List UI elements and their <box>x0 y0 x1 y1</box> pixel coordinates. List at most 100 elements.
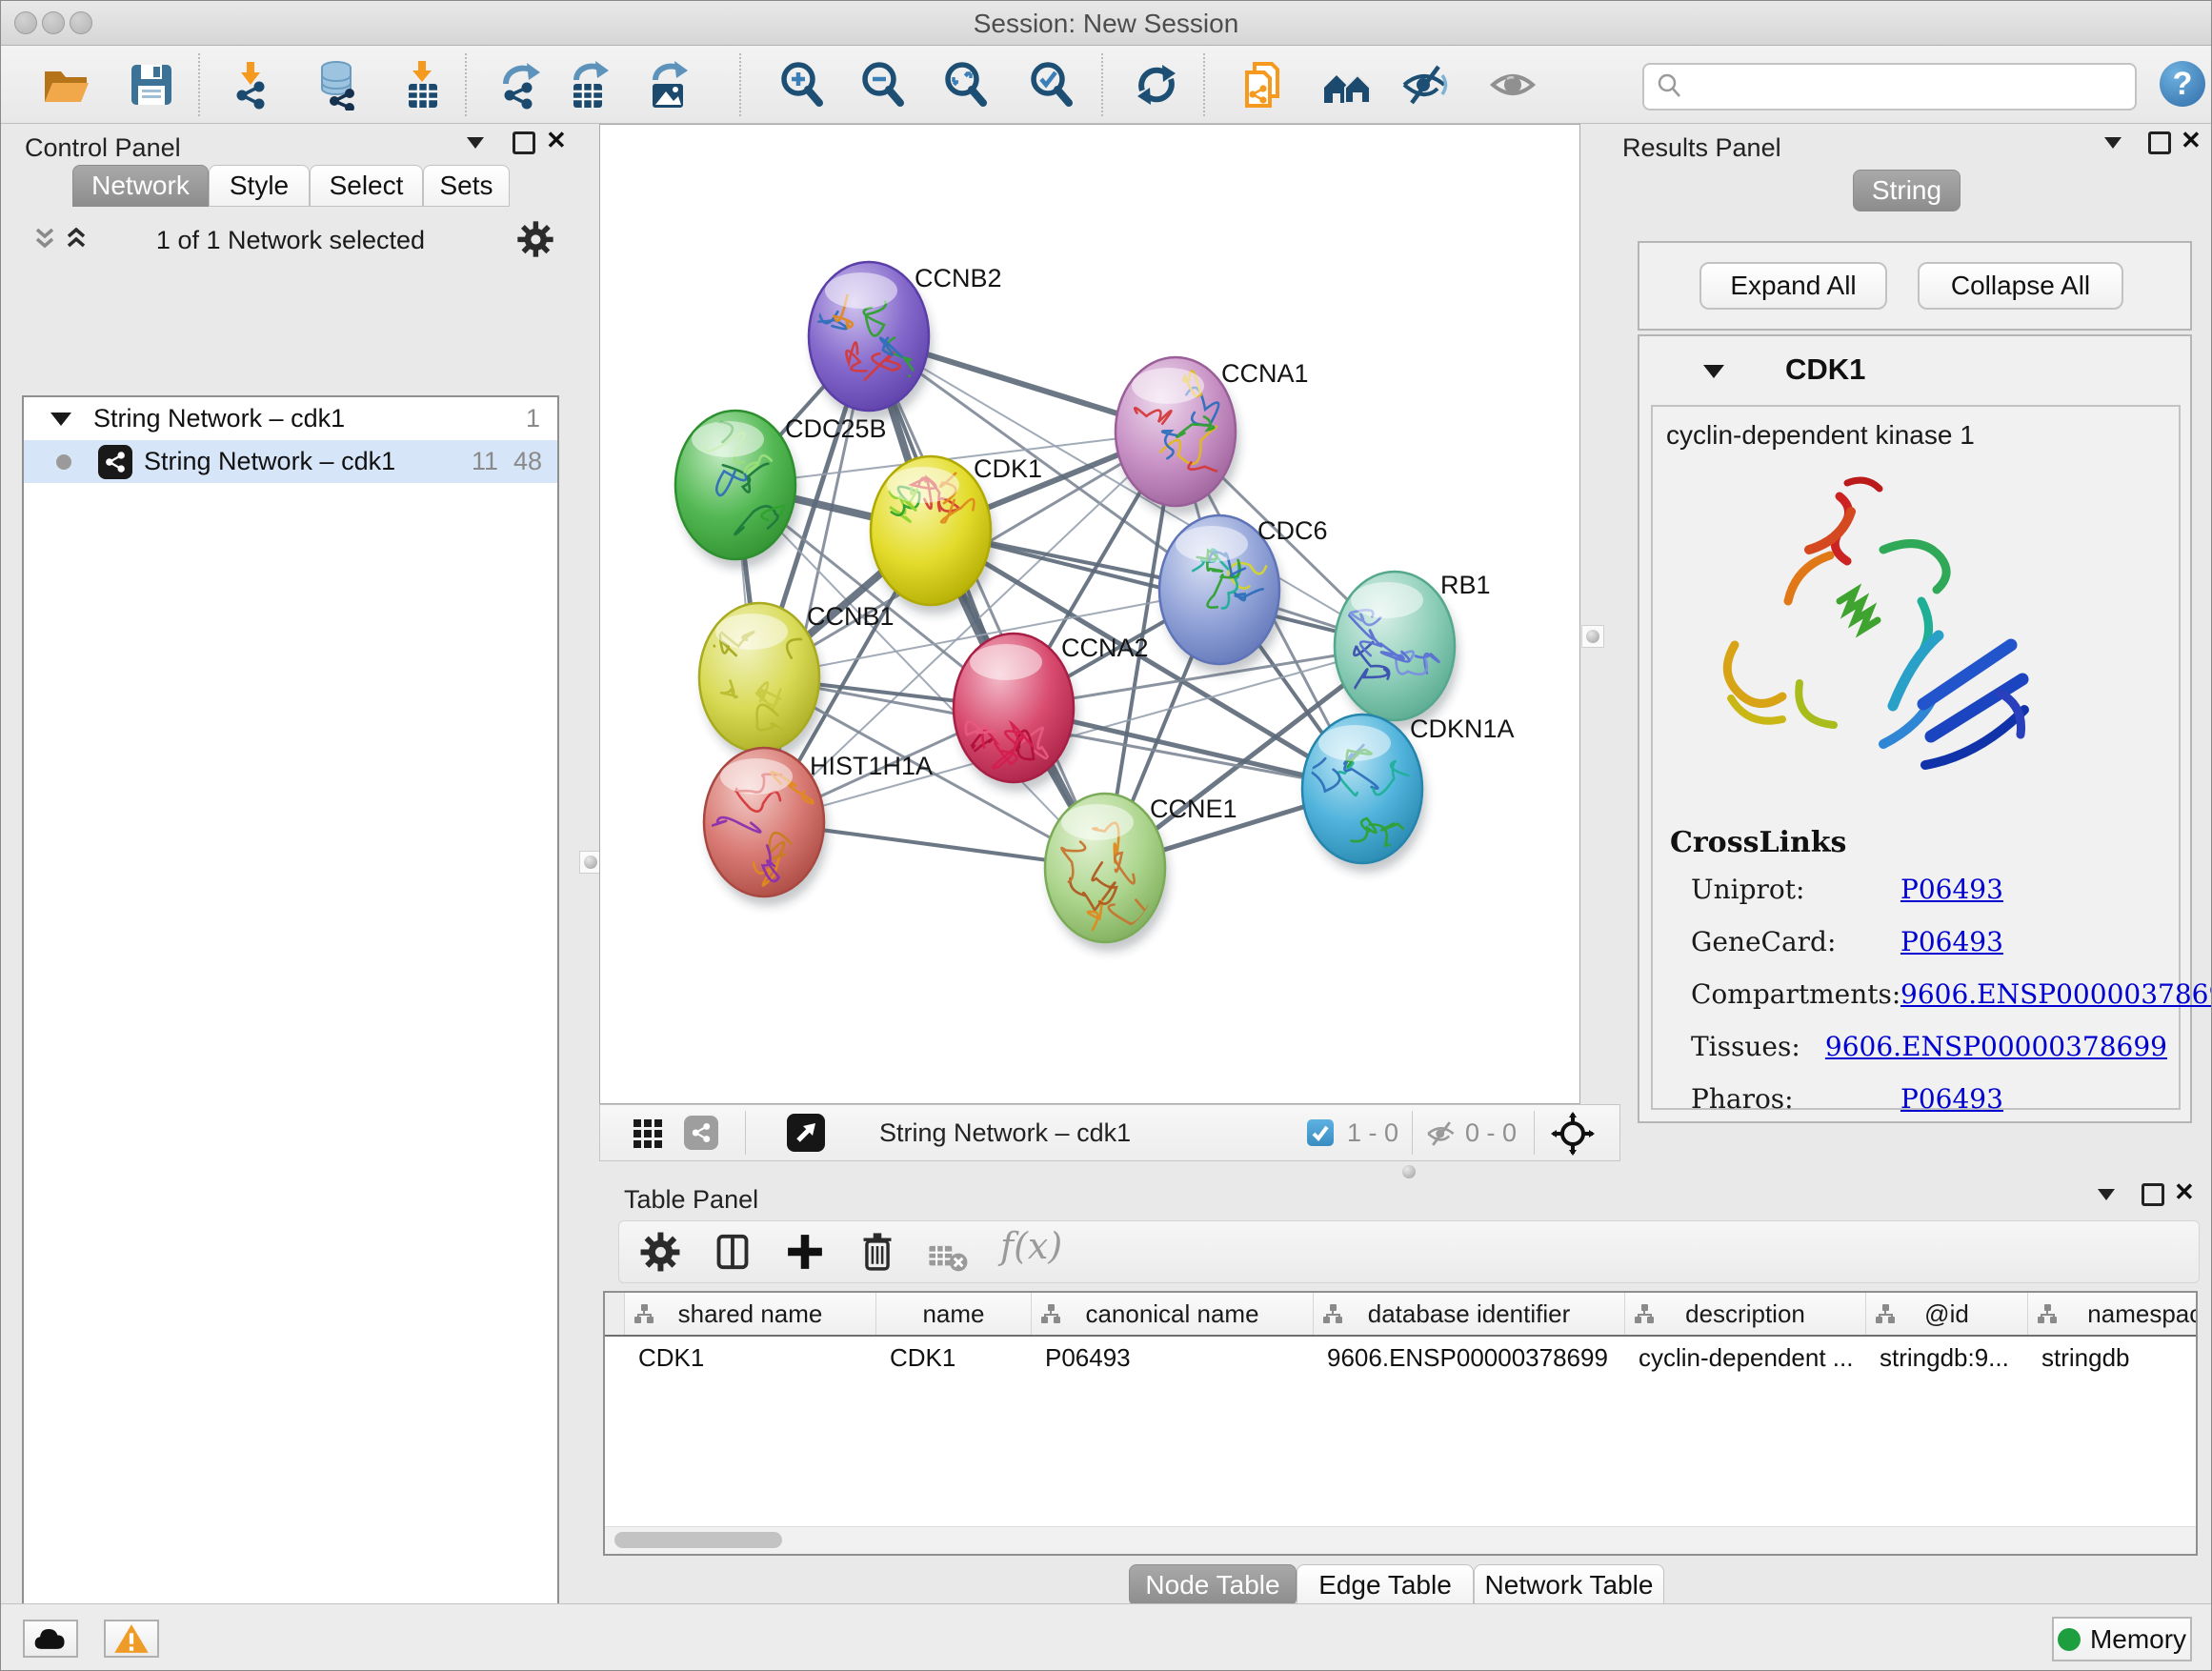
fit-content-crosshair-icon[interactable] <box>1551 1112 1595 1156</box>
birdseye-view-icon[interactable] <box>787 1114 825 1152</box>
export-image-icon[interactable] <box>642 59 694 111</box>
refresh-icon[interactable] <box>1131 59 1182 111</box>
table-horizontal-scrollbar[interactable] <box>605 1526 2196 1554</box>
open-session-icon[interactable] <box>40 59 91 111</box>
network-node-CDC25B[interactable]: CDC25B <box>675 401 887 569</box>
save-session-icon[interactable] <box>126 59 177 111</box>
crosslink-row: Uniprot:P06493 <box>1691 874 2167 905</box>
network-graph[interactable]: CCNB2 CCNA1 CDC25BCDK1 CDC6RB1 CCNB1 CCNA2 CDK… <box>600 125 1581 1104</box>
float-panel-icon[interactable] <box>513 131 535 154</box>
network-node-HIST1H1A[interactable]: HIST1H1A <box>702 748 933 906</box>
collapse-panel-icon[interactable] <box>2098 1189 2115 1200</box>
delete-column-icon[interactable] <box>855 1230 899 1274</box>
toolbar-separator <box>465 53 467 116</box>
tab-network[interactable]: Network <box>72 165 209 207</box>
column-header-namespace[interactable]: namespace <box>2028 1293 2198 1335</box>
crosslink-link[interactable]: 9606.ENSP00000378699 <box>1900 978 2212 1010</box>
crosslink-link[interactable]: P06493 <box>1900 874 2003 905</box>
crosslink-link[interactable]: 9606.ENSP00000378699 <box>1825 1031 2167 1062</box>
horizontal-splitter-handle[interactable] <box>1402 1165 1416 1178</box>
column-header-description[interactable]: description <box>1625 1293 1866 1335</box>
network-node-CCNB2[interactable]: CCNB2 <box>809 262 1002 420</box>
network-collection-row[interactable]: String Network – cdk1 1 <box>24 397 557 440</box>
zoom-fit-icon[interactable] <box>939 59 991 111</box>
network-canvas[interactable]: CCNB2 CCNA1 CDC25BCDK1 CDC6RB1 CCNB1 CCNA2 CDK… <box>599 124 1580 1104</box>
table-cell[interactable]: stringdb <box>2028 1337 2198 1379</box>
copy-document-icon[interactable] <box>1237 59 1289 111</box>
hide-selected-eye-slash-icon[interactable] <box>1399 59 1451 111</box>
import-network-from-database-icon[interactable] <box>313 59 365 111</box>
zoom-out-icon[interactable] <box>856 59 908 111</box>
gene-section-caret-icon[interactable] <box>1703 365 1724 378</box>
table-cell[interactable]: P06493 <box>1032 1337 1314 1379</box>
close-panel-icon[interactable]: ✕ <box>2181 131 2202 150</box>
search-input[interactable] <box>1692 71 2135 103</box>
tab-node-table[interactable]: Node Table <box>1129 1564 1297 1606</box>
hidden-eye-slash-icon[interactable] <box>1425 1117 1458 1150</box>
right-splitter-handle[interactable] <box>1581 625 1604 648</box>
column-header--id[interactable]: @id <box>1866 1293 2028 1335</box>
column-header-name[interactable]: name <box>876 1293 1032 1335</box>
delete-table-icon[interactable] <box>926 1235 970 1278</box>
scrollbar-thumb[interactable] <box>614 1532 782 1548</box>
network-node-CCNB1[interactable]: CCNB1 <box>699 602 895 761</box>
network-edge[interactable] <box>764 646 1395 822</box>
tab-sets[interactable]: Sets <box>423 165 510 207</box>
network-node-CCNA2[interactable]: CCNA2 <box>954 634 1149 792</box>
tab-network-table[interactable]: Network Table <box>1474 1564 1664 1606</box>
network-node-CCNA1[interactable]: CCNA1 <box>1116 357 1309 515</box>
cloud-button[interactable] <box>23 1620 78 1658</box>
close-panel-icon[interactable]: ✕ <box>2174 1182 2195 1201</box>
table-cell[interactable]: stringdb:9... <box>1866 1337 2028 1379</box>
string-home-icon[interactable] <box>1321 59 1373 111</box>
network-node-CCNE1[interactable]: CCNE1 <box>1045 794 1237 952</box>
expand-all-button[interactable]: Expand All <box>1699 262 1887 310</box>
network-node-RB1[interactable]: RB1 <box>1331 571 1491 730</box>
function-builder-icon[interactable]: f(x) <box>1000 1225 1062 1267</box>
network-node-CDKN1A[interactable]: CDKN1A <box>1302 715 1515 873</box>
import-table-from-file-icon[interactable] <box>396 59 448 111</box>
warnings-button[interactable] <box>104 1620 159 1658</box>
network-row-selected[interactable]: String Network – cdk1 11 48 <box>24 440 557 483</box>
selected-checkbox-icon[interactable] <box>1307 1119 1334 1146</box>
table-options-gear-icon[interactable] <box>638 1230 682 1274</box>
column-header-shared-name[interactable]: shared name <box>625 1293 876 1335</box>
show-columns-icon[interactable] <box>711 1230 754 1274</box>
tab-style[interactable]: Style <box>209 165 310 207</box>
export-table-icon[interactable] <box>563 59 614 111</box>
table-cell[interactable]: CDK1 <box>625 1337 876 1379</box>
table-cell[interactable]: 9606.ENSP00000378699 <box>1314 1337 1625 1379</box>
node-table[interactable]: shared namenamecanonical namedatabase id… <box>603 1291 2198 1556</box>
collapse-all-button[interactable]: Collapse All <box>1918 262 2123 310</box>
zoom-selected-icon[interactable] <box>1025 59 1076 111</box>
float-panel-icon[interactable] <box>2148 131 2171 154</box>
table-cell[interactable]: CDK1 <box>876 1337 1032 1379</box>
collection-caret-icon[interactable] <box>50 413 71 426</box>
tab-edge-table[interactable]: Edge Table <box>1297 1564 1474 1606</box>
table-cell[interactable]: cyclin-dependent ... <box>1625 1337 1866 1379</box>
share-view-icon[interactable] <box>684 1116 718 1150</box>
network-node-CDK1[interactable]: CDK1 <box>871 448 1042 614</box>
collapse-panel-icon[interactable] <box>2104 137 2122 149</box>
crosslink-link[interactable]: P06493 <box>1900 926 2003 957</box>
collapse-panel-icon[interactable] <box>467 137 484 149</box>
help-icon[interactable]: ? <box>2160 61 2205 107</box>
zoom-in-icon[interactable] <box>775 59 827 111</box>
network-options-gear-icon[interactable] <box>515 219 555 259</box>
tab-string[interactable]: String <box>1853 170 1961 211</box>
cloud-icon <box>31 1622 70 1655</box>
memory-button[interactable]: Memory <box>2052 1617 2192 1661</box>
crosslink-link[interactable]: P06493 <box>1900 1083 2003 1115</box>
show-all-eye-icon[interactable] <box>1488 59 1539 111</box>
crosslink-row: GeneCard:P06493 <box>1691 926 2167 957</box>
network-node-CDC6[interactable]: CDC6 <box>1159 515 1328 674</box>
float-panel-icon[interactable] <box>2142 1183 2164 1206</box>
export-network-icon[interactable] <box>494 59 546 111</box>
column-header-canonical-name[interactable]: canonical name <box>1032 1293 1314 1335</box>
add-column-icon[interactable] <box>783 1230 827 1274</box>
close-panel-icon[interactable]: ✕ <box>546 131 567 150</box>
tab-select[interactable]: Select <box>310 165 423 207</box>
grid-view-icon[interactable] <box>633 1118 663 1149</box>
column-header-database-identifier[interactable]: database identifier <box>1314 1293 1625 1335</box>
import-network-from-file-icon[interactable] <box>225 59 276 111</box>
